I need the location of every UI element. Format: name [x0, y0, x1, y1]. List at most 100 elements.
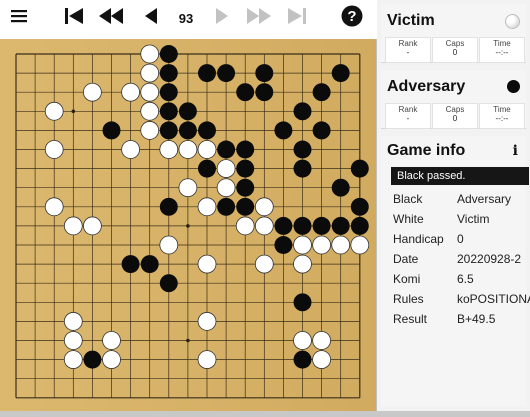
info-key: Handicap [393, 232, 444, 246]
rank-label: Rank [398, 39, 418, 48]
skip-forward-icon [287, 7, 307, 30]
black-stone [159, 45, 178, 63]
white-captures: Caps 0 [432, 37, 478, 63]
info-row-komi: Komi 6.5 [391, 272, 530, 292]
white-stone [63, 350, 83, 369]
white-rank: Rank - [385, 37, 431, 63]
white-stone [178, 178, 198, 198]
black-stone [331, 64, 350, 83]
black-stone [274, 121, 293, 140]
white-stone [312, 331, 331, 350]
black-stone [255, 64, 274, 83]
star-point [186, 224, 190, 228]
caps-label: Caps [445, 105, 465, 114]
info-value: Victim [457, 212, 490, 226]
info-value: B+49.5 [457, 312, 496, 326]
black-stone [198, 159, 216, 178]
info-value: 6.5 [457, 272, 474, 286]
go-board[interactable] [0, 39, 378, 411]
rank-value: - [406, 48, 410, 57]
time-value: --:-- [495, 114, 509, 123]
black-stone [217, 64, 236, 83]
black-stone [198, 64, 216, 83]
pass-notice: Black passed. [391, 167, 529, 185]
white-stone [140, 121, 160, 140]
white-stone [83, 82, 102, 102]
last-move-button[interactable] [281, 4, 313, 33]
black-stone [312, 121, 331, 140]
black-stone [121, 255, 140, 274]
previous-move-button[interactable] [135, 4, 167, 33]
white-stone-icon [505, 14, 520, 29]
hamburger-icon [11, 9, 27, 28]
info-row-date: Date 20220928-2 [391, 252, 530, 272]
white-stone [102, 331, 121, 350]
white-stone [293, 331, 312, 350]
menu-button[interactable] [3, 4, 35, 33]
white-stone [197, 197, 217, 217]
bottom-divider [0, 411, 530, 417]
white-stone [140, 82, 160, 102]
black-stone [236, 83, 255, 102]
black-stone [159, 274, 178, 293]
black-stone [236, 140, 255, 159]
black-stone [350, 159, 369, 178]
info-key: Komi [393, 272, 421, 286]
info-key: Date [393, 252, 419, 266]
white-stone [216, 159, 236, 178]
white-stone [293, 254, 312, 274]
fast-forward-button[interactable] [243, 4, 275, 33]
question-icon: ? [341, 5, 363, 32]
rewind-icon [98, 7, 124, 30]
white-player-card: Victim Rank - Caps 0 Time --:-- [381, 4, 526, 63]
white-stone [235, 216, 255, 236]
black-stone [102, 121, 121, 140]
info-key: Black [393, 192, 423, 206]
black-stone [236, 197, 255, 216]
black-player-card: Adversary Rank - Caps 0 Time --:-- [381, 70, 526, 129]
next-icon [214, 7, 230, 30]
black-stone [159, 197, 178, 216]
rewind-button[interactable] [95, 4, 127, 33]
time-label: Time [493, 105, 511, 114]
info-icon[interactable]: i [513, 143, 518, 159]
white-stone [63, 331, 83, 350]
info-row-rules: Rules koPOSITIONAL [391, 292, 530, 312]
rank-value: - [406, 114, 410, 123]
black-stone [159, 102, 178, 121]
black-stone [236, 178, 255, 197]
info-value: Adversary [457, 192, 512, 206]
time-label: Time [493, 39, 511, 48]
star-point [186, 338, 190, 343]
rank-label: Rank [398, 105, 418, 114]
white-stone [254, 254, 274, 274]
caps-value: 0 [452, 48, 458, 57]
navigation-toolbar: 93 ? [0, 0, 376, 37]
black-captures: Caps 0 [432, 103, 478, 129]
white-stone [63, 312, 83, 331]
help-button[interactable]: ? [336, 4, 368, 33]
white-player-name: Victim [387, 12, 435, 29]
white-stone [216, 178, 236, 198]
black-stone [293, 350, 312, 369]
info-row-black: Black Adversary [391, 192, 530, 212]
caps-value: 0 [452, 114, 458, 123]
white-stone [197, 350, 217, 369]
white-stone [44, 101, 64, 121]
black-stone [312, 216, 331, 235]
white-stone [140, 101, 160, 121]
white-stone [121, 82, 140, 102]
next-move-button[interactable] [206, 4, 238, 33]
black-stone [236, 159, 255, 178]
info-value: 20220928-2 [457, 252, 522, 266]
board-grid[interactable] [0, 39, 376, 411]
black-stone [293, 293, 312, 312]
info-value: 0 [457, 232, 464, 246]
white-stone [83, 216, 102, 236]
game-info-title: Game info [387, 142, 466, 159]
white-stone [197, 254, 217, 274]
caps-label: Caps [445, 39, 465, 48]
first-move-button[interactable] [58, 4, 90, 33]
info-key: Rules [393, 292, 424, 306]
black-stone [217, 140, 236, 159]
